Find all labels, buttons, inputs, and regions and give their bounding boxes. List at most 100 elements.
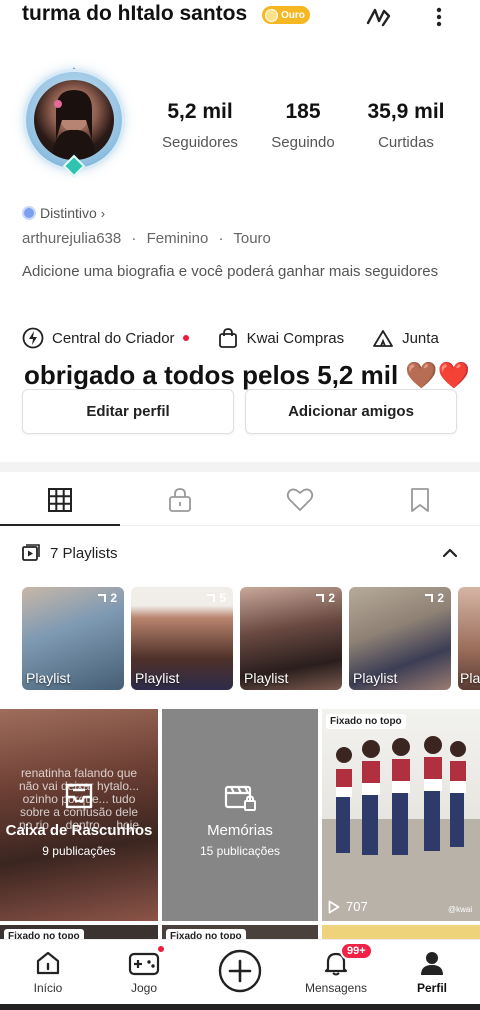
- add-friends-button[interactable]: Adicionar amigos: [245, 389, 457, 434]
- drafts-title: Caixa de Rascunhos: [5, 822, 153, 839]
- edit-profile-button[interactable]: Editar perfil: [22, 389, 234, 434]
- nav-label: Mensagens: [304, 981, 368, 995]
- stack-icon: [425, 594, 433, 602]
- playlist-count: 2: [437, 591, 444, 605]
- tab-posts[interactable]: [0, 474, 120, 526]
- tab-saved[interactable]: [360, 474, 480, 525]
- badge-link-label: Distintivo: [40, 205, 97, 221]
- notification-dot: [182, 335, 189, 341]
- system-home-bar: [0, 1004, 480, 1010]
- bookmark-icon: [411, 487, 429, 512]
- avatar-photo: [34, 80, 114, 160]
- memories-box[interactable]: Memórias 15 publicações: [162, 709, 318, 921]
- view-count-value: 707: [346, 899, 368, 914]
- page-title: turma do hItalo santos: [22, 2, 248, 25]
- stat-value: 35,9 mil: [367, 100, 445, 123]
- nav-create[interactable]: [192, 940, 288, 1001]
- scribble-icon[interactable]: [364, 2, 394, 32]
- nav-home[interactable]: Início: [0, 940, 96, 1001]
- shopping-bag-icon: [218, 328, 237, 348]
- tab-private[interactable]: [120, 474, 240, 525]
- drafts-count: 9 publicações: [42, 844, 116, 858]
- avatar[interactable]: [20, 66, 128, 184]
- gender: Feminino: [146, 230, 209, 247]
- gamepad-icon: [128, 952, 160, 976]
- username: arthurejulia638: [22, 230, 122, 247]
- shortcut-junta[interactable]: Junta: [372, 327, 439, 349]
- shortcut-kwai-shopping[interactable]: Kwai Compras: [217, 327, 345, 349]
- shortcut-label: Junta: [402, 329, 439, 347]
- nav-game[interactable]: Jogo: [96, 940, 192, 1001]
- playlist-label: Playlist: [26, 670, 71, 686]
- playlist-label: Playlist: [353, 670, 398, 686]
- stat-value: 5,2 mil: [167, 100, 233, 123]
- video-thumbnail: [322, 736, 480, 921]
- bio-text[interactable]: Adicione uma biografia e você poderá gan…: [22, 262, 442, 282]
- nav-label: Jogo: [130, 981, 158, 995]
- creator-shortcuts: Central do Criador Kwai Compras Junta: [22, 324, 439, 352]
- shortcut-label: Kwai Compras: [246, 329, 345, 347]
- medal-icon: [265, 8, 278, 22]
- pinned-tag: Fixado no topo: [326, 714, 406, 729]
- playlist-card[interactable]: Pla: [458, 587, 480, 690]
- stat-label: Curtidas: [378, 134, 434, 151]
- tent-icon: [373, 330, 393, 347]
- view-count: 707: [328, 899, 368, 914]
- playlists-count-label: 7 Playlists: [50, 544, 118, 562]
- stat-followers[interactable]: 5,2 mil Seguidores: [150, 100, 250, 151]
- pinned-video[interactable]: Fixado no topo 707 @kwai: [322, 709, 480, 921]
- stack-icon: [98, 594, 106, 602]
- more-vertical-icon[interactable]: [424, 2, 454, 32]
- grid-icon: [48, 487, 72, 512]
- bottom-navigation: Início Jogo 99+ Mensagens Perfil: [0, 939, 480, 1001]
- playlist-card[interactable]: 5 Playlist: [131, 587, 233, 690]
- nav-label: Início: [33, 981, 63, 995]
- notification-dot: [158, 946, 164, 952]
- profile-meta: arthurejulia638 · Feminino · Touro: [22, 230, 271, 247]
- drafts-box[interactable]: renatinha falando que não vai deixar hyt…: [0, 709, 158, 921]
- stat-likes[interactable]: 35,9 mil Curtidas: [356, 100, 456, 151]
- playlist-label: Playlist: [244, 670, 289, 686]
- content-tabs: [0, 474, 480, 526]
- playlist-label: Pla: [460, 670, 480, 686]
- level-badge[interactable]: Ouro: [262, 6, 310, 24]
- stack-icon: [207, 594, 215, 602]
- tab-liked[interactable]: [240, 474, 360, 525]
- shield-icon: [22, 206, 36, 220]
- playlist-count: 2: [328, 591, 335, 605]
- memories-icon: [162, 781, 318, 818]
- playlist-count: 5: [219, 591, 226, 605]
- home-icon: [36, 951, 60, 975]
- messages-badge: 99+: [340, 942, 373, 960]
- stat-label: Seguidores: [162, 134, 238, 151]
- plus-circle-icon: [218, 949, 262, 992]
- stat-value: 185: [285, 100, 321, 123]
- nav-messages[interactable]: 99+ Mensagens: [288, 940, 384, 1001]
- play-icon: [328, 900, 340, 913]
- stat-label: Seguindo: [271, 134, 335, 151]
- person-icon: [421, 952, 443, 975]
- playlist-card[interactable]: 2 Playlist: [22, 587, 124, 690]
- shortcut-creator-center[interactable]: Central do Criador: [22, 327, 189, 349]
- watermark: @kwai: [448, 905, 473, 914]
- nav-profile[interactable]: Perfil: [384, 940, 480, 1001]
- level-badge-label: Ouro: [281, 9, 305, 21]
- meta-separator: ·: [131, 230, 137, 247]
- meta-separator: ·: [218, 230, 224, 247]
- playlists-header[interactable]: 7 Playlists: [22, 544, 118, 562]
- lightning-icon: [22, 327, 44, 349]
- chevron-right-icon: ›: [100, 205, 106, 221]
- heart-icon: [286, 488, 314, 511]
- shortcut-label: Central do Criador: [52, 329, 175, 347]
- playlist-card[interactable]: 2 Playlist: [349, 587, 451, 690]
- playlist-icon: [22, 544, 40, 561]
- stack-icon: [316, 594, 324, 602]
- playlist-card[interactable]: 2 Playlist: [240, 587, 342, 690]
- stat-following[interactable]: 185 Seguindo: [258, 100, 348, 151]
- zodiac-sign: Touro: [233, 230, 271, 247]
- profile-header: turma do hItalo santos Ouro: [0, 0, 480, 34]
- playlist-count: 2: [110, 591, 117, 605]
- chevron-up-icon[interactable]: [440, 546, 460, 565]
- badge-link[interactable]: Distintivo ›: [22, 205, 105, 221]
- playlist-label: Playlist: [135, 670, 180, 686]
